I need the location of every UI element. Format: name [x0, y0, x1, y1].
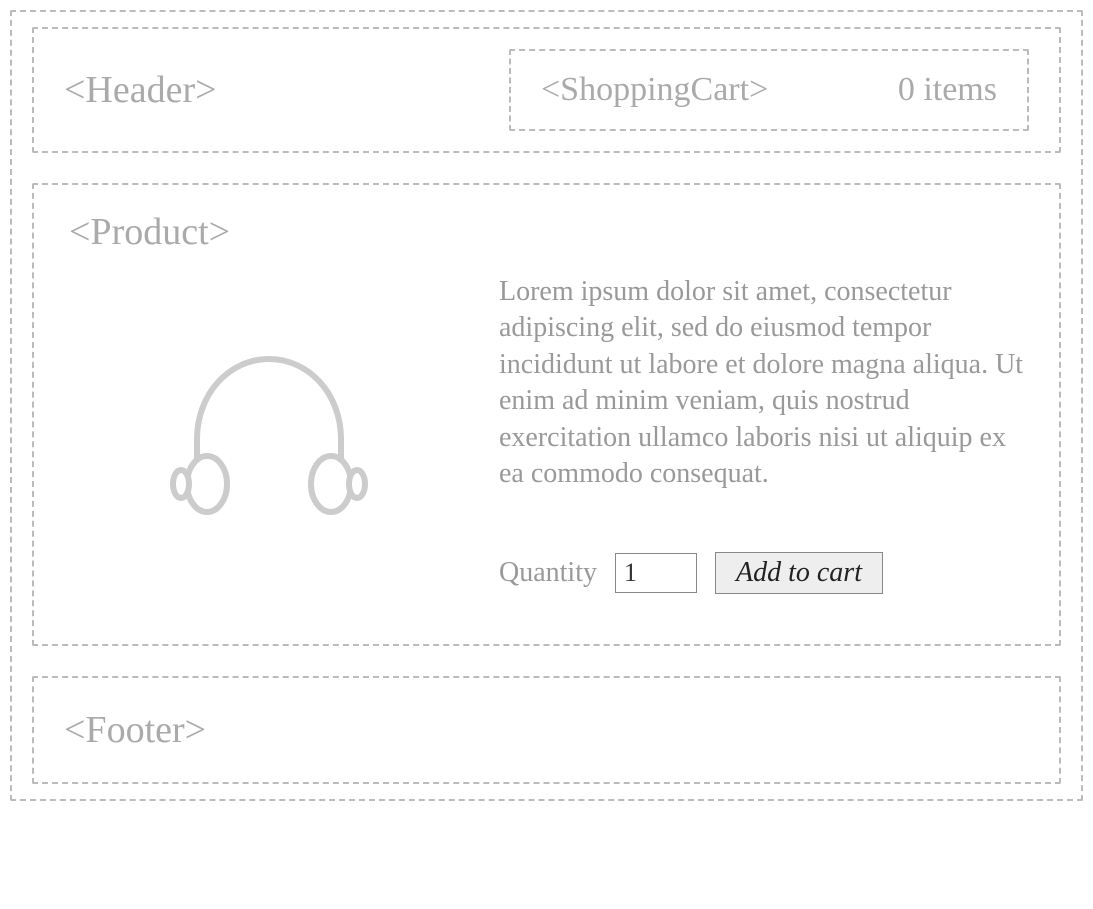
shopping-cart[interactable]: <ShoppingCart> 0 items — [509, 49, 1029, 131]
product-details: Lorem ipsum dolor sit amet, consectetur … — [499, 274, 1024, 594]
headphones-icon — [159, 344, 379, 524]
header: <Header> <ShoppingCart> 0 items — [32, 27, 1061, 153]
product-label: <Product> — [69, 210, 1024, 254]
page-container: <Header> <ShoppingCart> 0 items <Product… — [10, 10, 1083, 801]
header-label: <Header> — [64, 68, 217, 112]
footer: <Footer> — [32, 676, 1061, 784]
product-section: <Product> Lorem ipsum dolor sit amet, co… — [32, 183, 1061, 646]
product-image — [69, 274, 469, 594]
shopping-cart-count: 0 items — [898, 71, 997, 109]
quantity-input[interactable] — [615, 553, 697, 593]
product-body: Lorem ipsum dolor sit amet, consectetur … — [69, 274, 1024, 594]
add-to-cart-button[interactable]: Add to cart — [715, 552, 883, 594]
shopping-cart-label: <ShoppingCart> — [541, 71, 768, 109]
footer-label: <Footer> — [64, 708, 1029, 752]
quantity-label: Quantity — [499, 557, 597, 589]
product-actions: Quantity Add to cart — [499, 552, 1024, 594]
product-description: Lorem ipsum dolor sit amet, consectetur … — [499, 274, 1024, 492]
